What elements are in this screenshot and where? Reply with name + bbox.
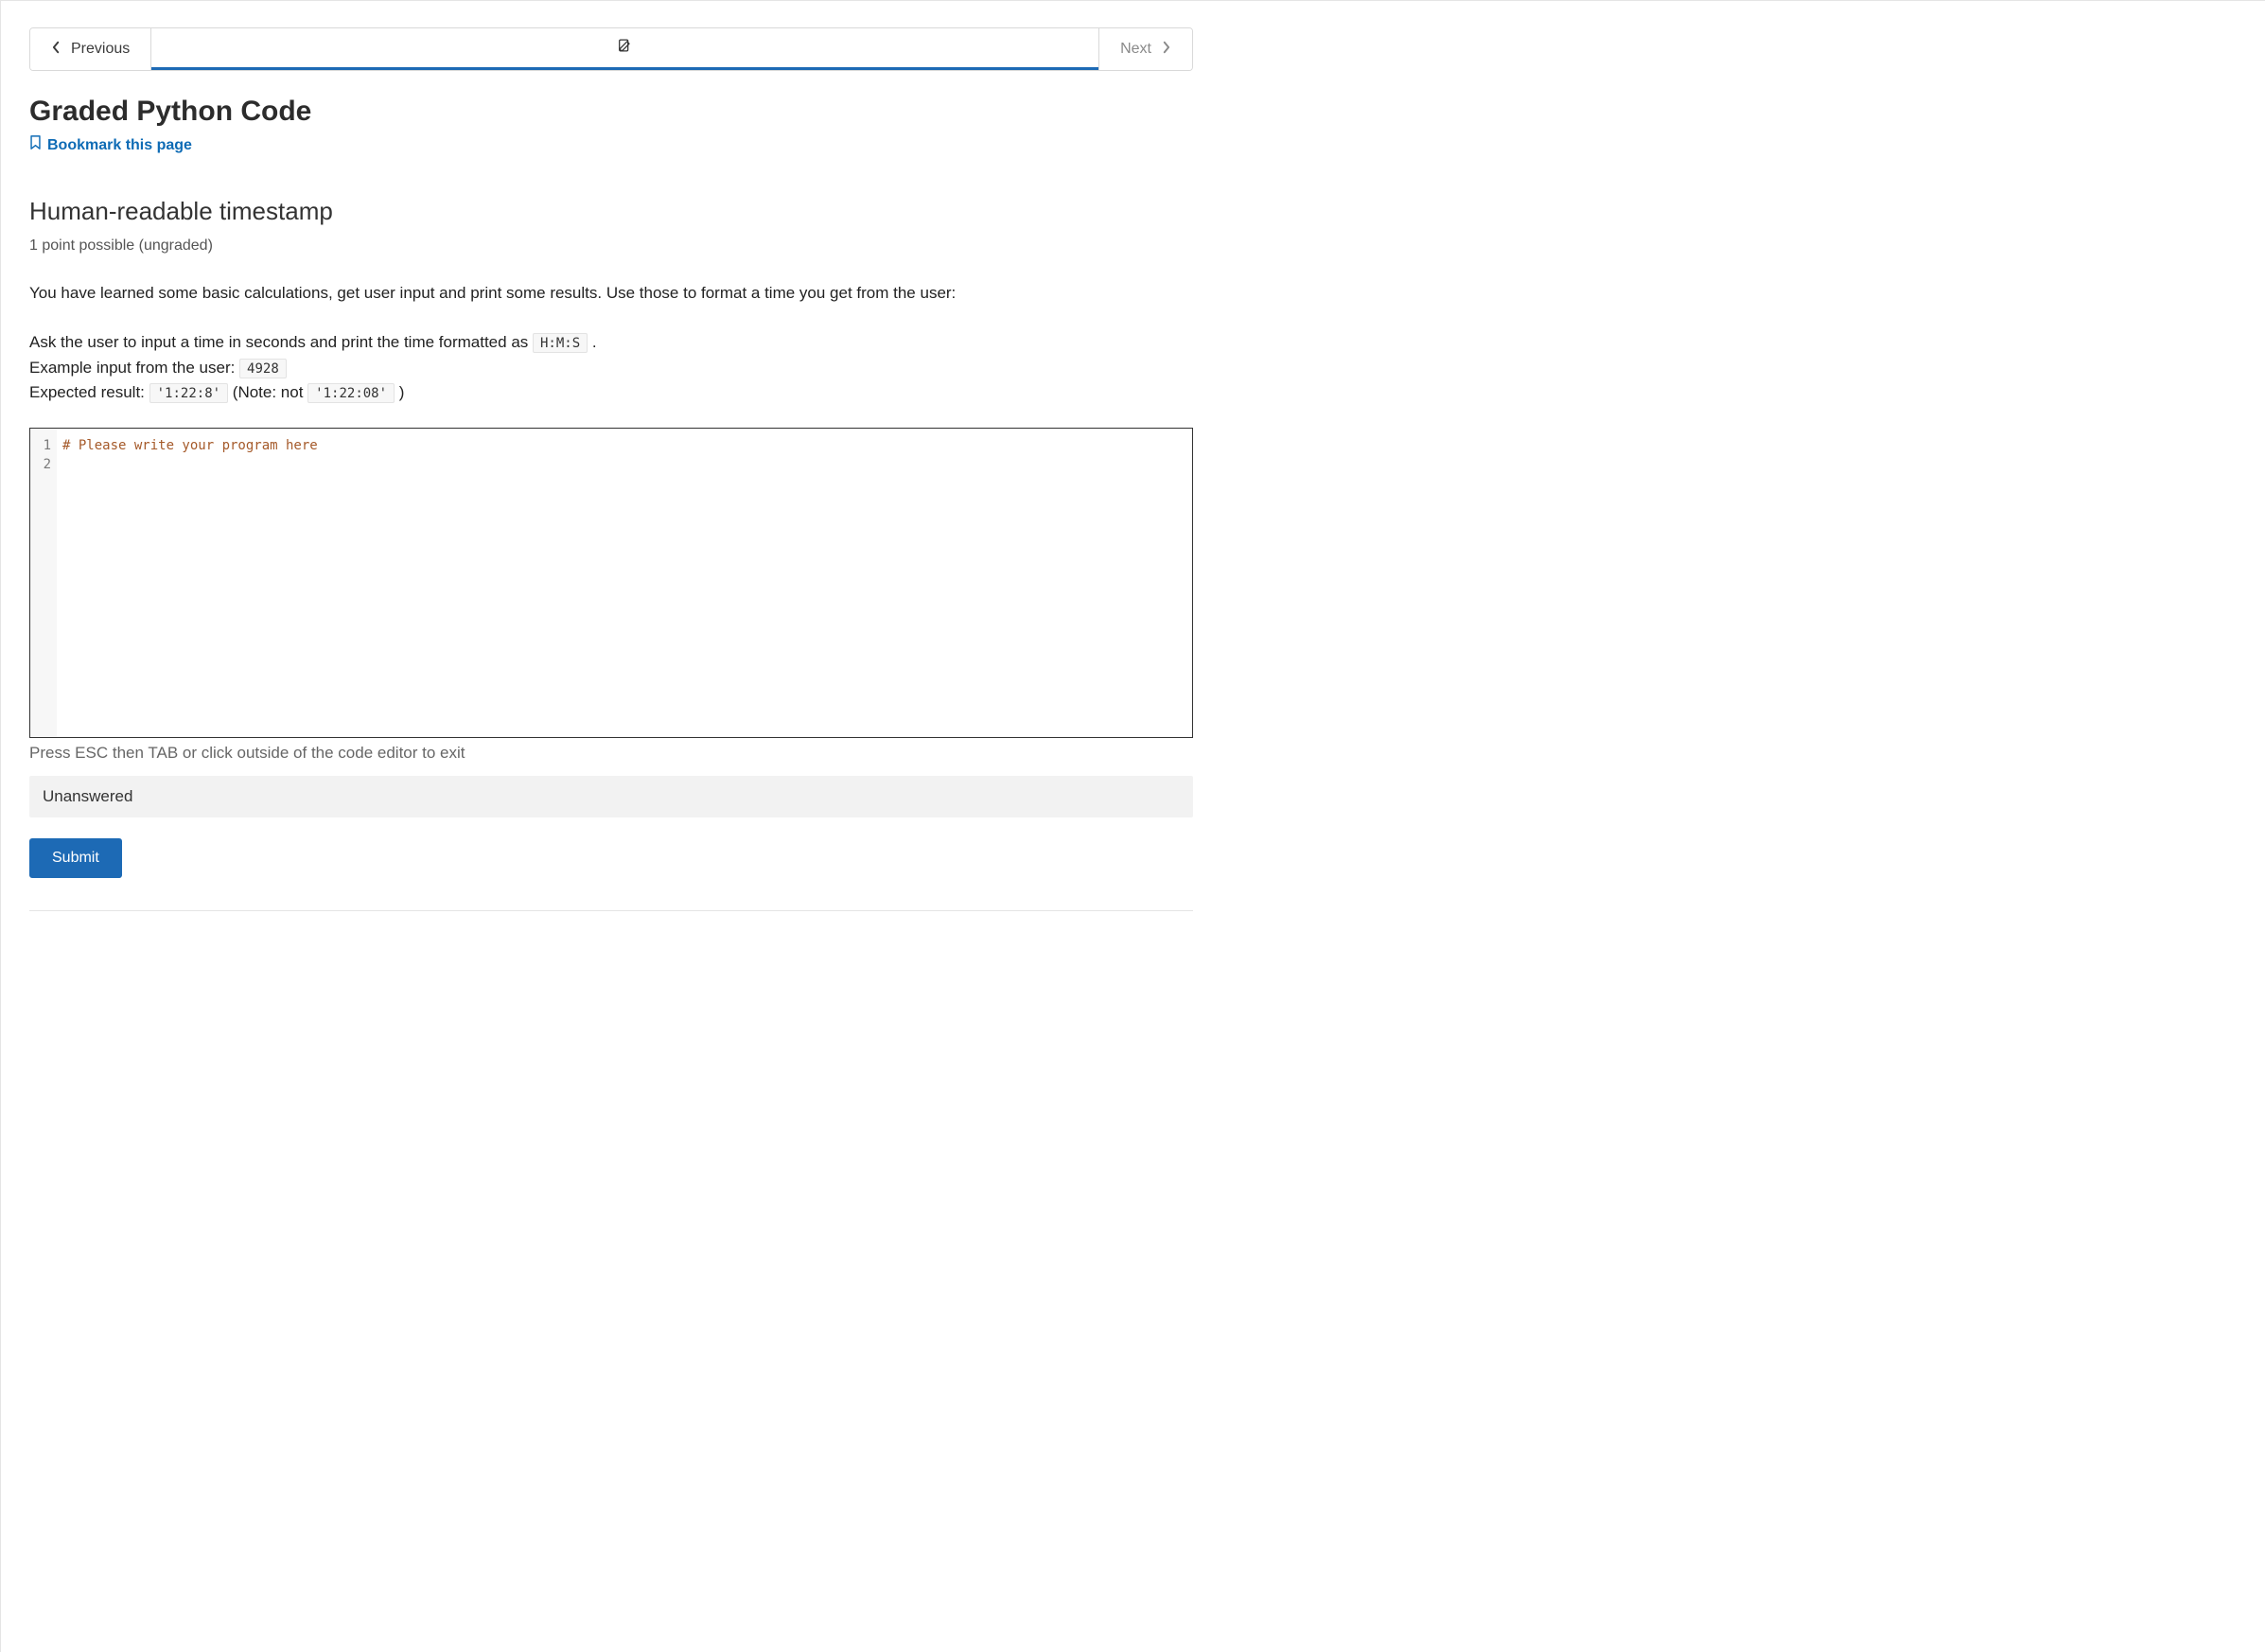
note-post: ) xyxy=(395,383,404,401)
ask-post: . xyxy=(588,333,596,351)
code-expected: '1:22:8' xyxy=(149,383,228,403)
editor-hint: Press ESC then TAB or click outside of t… xyxy=(29,744,1193,763)
next-button[interactable]: Next xyxy=(1098,28,1192,70)
sequence-nav: Previous Next xyxy=(29,27,1193,71)
note-mid: (Note: not xyxy=(228,383,307,401)
editor-gutter: 1 2 xyxy=(30,429,57,737)
problem-line-example: Example input from the user: 4928 xyxy=(29,356,1193,380)
submit-button[interactable]: Submit xyxy=(29,838,122,878)
problem-title: Human-readable timestamp xyxy=(29,197,1193,226)
problem-intro: You have learned some basic calculations… xyxy=(29,281,1193,306)
answer-status: Unanswered xyxy=(29,776,1193,817)
bookmark-link[interactable]: Bookmark this page xyxy=(29,135,192,155)
previous-button[interactable]: Previous xyxy=(30,28,151,70)
ask-pre: Ask the user to input a time in seconds … xyxy=(29,333,533,351)
chevron-left-icon xyxy=(51,41,61,59)
next-label: Next xyxy=(1120,41,1151,58)
problem-line-ask: Ask the user to input a time in seconds … xyxy=(29,330,1193,355)
line-number: 2 xyxy=(40,455,51,474)
page-title: Graded Python Code xyxy=(29,96,1193,128)
expected-label: Expected result: xyxy=(29,383,149,401)
code-area[interactable]: # Please write your program here xyxy=(57,429,1192,737)
problem-details: Ask the user to input a time in seconds … xyxy=(29,330,1193,405)
bookmark-icon xyxy=(29,135,42,155)
edit-icon xyxy=(617,37,634,59)
code-not-expected: '1:22:08' xyxy=(307,383,395,403)
line-number: 1 xyxy=(40,436,51,455)
code-example-input: 4928 xyxy=(239,359,287,378)
previous-label: Previous xyxy=(71,41,130,58)
sequence-current-unit[interactable] xyxy=(151,28,1098,70)
bookmark-label: Bookmark this page xyxy=(47,137,192,154)
code-line-1: # Please write your program here xyxy=(62,438,318,453)
points-possible: 1 point possible (ungraded) xyxy=(29,237,1193,255)
chevron-right-icon xyxy=(1161,41,1171,59)
code-editor[interactable]: 1 2 # Please write your program here xyxy=(29,428,1193,738)
divider xyxy=(29,910,1193,911)
code-hms: H:M:S xyxy=(533,333,588,353)
problem-line-expected: Expected result: '1:22:8' (Note: not '1:… xyxy=(29,380,1193,405)
example-label: Example input from the user: xyxy=(29,359,239,377)
